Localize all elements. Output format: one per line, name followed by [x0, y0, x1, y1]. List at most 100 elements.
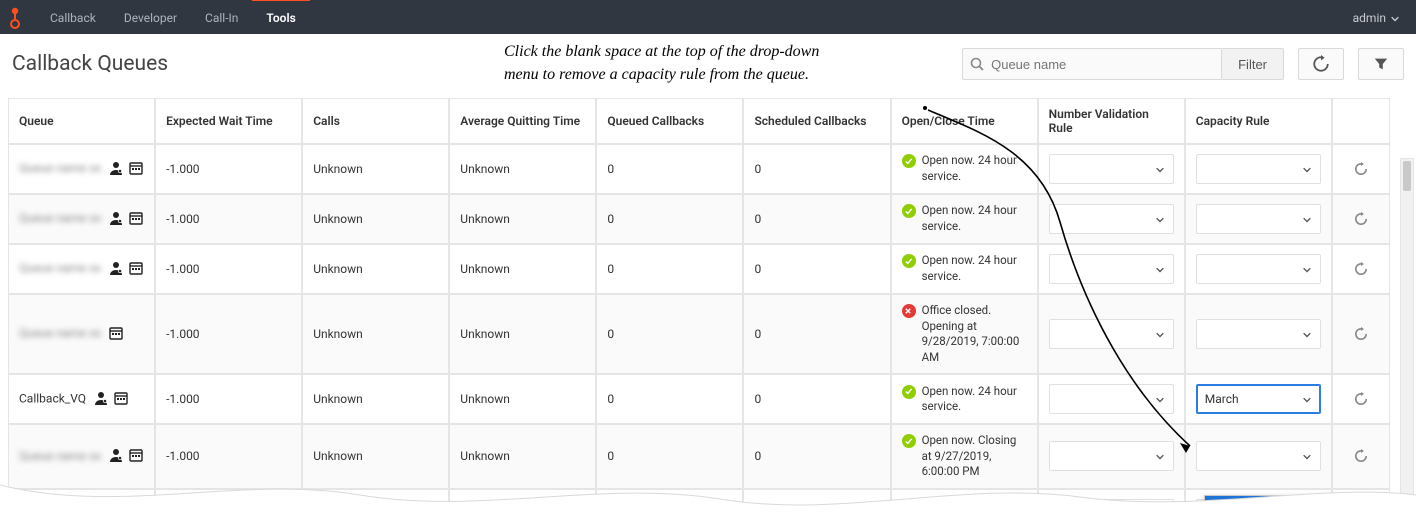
- status-text: Open now. 24 hour service.: [922, 203, 1027, 234]
- capacity-rule-option-blank[interactable]: [1205, 496, 1343, 523]
- queues-table: Queue Expected Wait Time Calls Average Q…: [8, 98, 1408, 523]
- table-row: Callback_VQ -1.000UnknownUnknown00Open n…: [8, 374, 1390, 424]
- capacity-rule-select[interactable]: [1196, 254, 1321, 284]
- chevron-down-icon: [1155, 214, 1165, 224]
- calendar-icon[interactable]: [128, 260, 144, 279]
- status-dot-red: [902, 304, 916, 318]
- cell-wait: -1.000: [155, 489, 302, 523]
- calendar-icon[interactable]: [113, 390, 129, 409]
- user-icon[interactable]: [108, 447, 124, 466]
- validation-rule-select[interactable]: [1049, 254, 1174, 284]
- nav-callback[interactable]: Callback: [36, 1, 110, 35]
- col-open[interactable]: Open/Close Time: [891, 98, 1038, 144]
- nav-developer[interactable]: Developer: [110, 1, 191, 35]
- cell-validation: [1038, 194, 1185, 244]
- search-icon: [963, 56, 991, 72]
- cell-queue: Callback_VQ: [8, 374, 155, 424]
- validation-rule-select[interactable]: [1049, 319, 1174, 349]
- cell-validation: [1038, 489, 1185, 523]
- search-input[interactable]: [991, 57, 1221, 72]
- validation-rule-select[interactable]: [1049, 499, 1174, 523]
- col-cap[interactable]: Capacity Rule: [1185, 98, 1332, 144]
- cell-wait: -1.000: [155, 424, 302, 489]
- capacity-rule-select[interactable]: March: [1196, 384, 1321, 414]
- cell-validation: [1038, 294, 1185, 374]
- validation-rule-select[interactable]: [1049, 384, 1174, 414]
- row-refresh-button[interactable]: [1351, 259, 1371, 279]
- user-icon[interactable]: [93, 390, 109, 409]
- chevron-down-icon: [1302, 214, 1312, 224]
- row-refresh-button[interactable]: [1351, 389, 1371, 409]
- validation-rule-select[interactable]: [1049, 204, 1174, 234]
- cell-validation: [1038, 244, 1185, 294]
- refresh-all-button[interactable]: [1298, 48, 1344, 80]
- filter-button[interactable]: Filter: [1222, 48, 1284, 80]
- capacity-rule-select[interactable]: [1196, 319, 1321, 349]
- brand-logo: [0, 1, 30, 35]
- nav-tools[interactable]: Tools: [252, 1, 309, 35]
- cell-calls: Unknown: [302, 489, 449, 523]
- row-refresh-button[interactable]: [1351, 159, 1371, 179]
- status-text: Office closed. Opening at 9/28/2019, 7:0…: [922, 303, 1027, 365]
- table-row: Queue name xx -1.000UnknownUnknown00Offi…: [8, 294, 1390, 374]
- user-icon[interactable]: [108, 504, 124, 523]
- nav-user-menu[interactable]: admin: [1349, 11, 1404, 25]
- col-wait[interactable]: Expected Wait Time: [155, 98, 302, 144]
- scrollbar-thumb[interactable]: [1403, 161, 1411, 191]
- filter-icon-button[interactable]: [1358, 48, 1404, 80]
- nav-call-in[interactable]: Call-In: [191, 1, 252, 35]
- col-calls[interactable]: Calls: [302, 98, 449, 144]
- row-refresh-button[interactable]: [1351, 503, 1371, 523]
- cell-validation: [1038, 374, 1185, 424]
- capacity-rule-select[interactable]: [1196, 204, 1321, 234]
- chevron-down-icon: [1155, 509, 1165, 519]
- col-queue[interactable]: Queue: [8, 98, 155, 144]
- top-nav: Callback Developer Call-In Tools admin: [0, 0, 1416, 34]
- capacity-rule-select[interactable]: [1196, 441, 1321, 471]
- col-valid[interactable]: Number Validation Rule: [1038, 98, 1185, 144]
- cell-refresh: [1332, 374, 1390, 424]
- nav-user-label: admin: [1353, 11, 1386, 25]
- chevron-down-icon: [1302, 264, 1312, 274]
- cell-open-close: Open now. 24 hour service.: [891, 144, 1038, 194]
- cell-capacity: [1185, 244, 1332, 294]
- capacity-rule-select[interactable]: [1196, 154, 1321, 184]
- vertical-scrollbar[interactable]: [1400, 158, 1414, 518]
- cell-quit: Unknown: [449, 374, 596, 424]
- cell-refresh: [1332, 424, 1390, 489]
- calendar-icon[interactable]: [128, 447, 144, 466]
- calendar-icon[interactable]: [128, 504, 144, 523]
- cell-wait: -1.000: [155, 144, 302, 194]
- capacity-rule-dropdown: March: [1204, 495, 1344, 523]
- status-text: Open now. Closing at 9/27/2019, 6:00:00 …: [922, 433, 1027, 480]
- validation-rule-select[interactable]: [1049, 154, 1174, 184]
- calendar-icon[interactable]: [108, 325, 124, 344]
- cell-queue: Queue name xx: [8, 144, 155, 194]
- cell-wait: -1.000: [155, 244, 302, 294]
- validation-rule-select[interactable]: [1049, 441, 1174, 471]
- status-dot-green: [902, 254, 916, 268]
- col-sched[interactable]: Scheduled Callbacks: [743, 98, 890, 144]
- chevron-down-icon: [1155, 451, 1165, 461]
- user-icon[interactable]: [108, 160, 124, 179]
- row-refresh-button[interactable]: [1351, 324, 1371, 344]
- col-queued[interactable]: Queued Callbacks: [596, 98, 743, 144]
- cell-calls: Unknown: [302, 294, 449, 374]
- cell-open-close: Open now. 24 hour service.: [891, 244, 1038, 294]
- row-refresh-button[interactable]: [1351, 446, 1371, 466]
- cell-open-close: Office closed. Opening at 9/28/2019, 7:0…: [891, 294, 1038, 374]
- chevron-down-icon: [1155, 164, 1165, 174]
- calendar-icon[interactable]: [128, 160, 144, 179]
- calendar-icon[interactable]: [128, 210, 144, 229]
- cell-calls: Unknown: [302, 244, 449, 294]
- cell-capacity: [1185, 194, 1332, 244]
- cell-capacity: March: [1185, 374, 1332, 424]
- status-dot-green: [902, 154, 916, 168]
- chevron-down-icon: [1302, 451, 1312, 461]
- col-quit[interactable]: Average Quitting Time: [449, 98, 596, 144]
- user-icon[interactable]: [108, 210, 124, 229]
- row-refresh-button[interactable]: [1351, 209, 1371, 229]
- cell-sched: 0: [743, 374, 890, 424]
- user-icon[interactable]: [108, 260, 124, 279]
- chevron-down-icon: [1302, 329, 1312, 339]
